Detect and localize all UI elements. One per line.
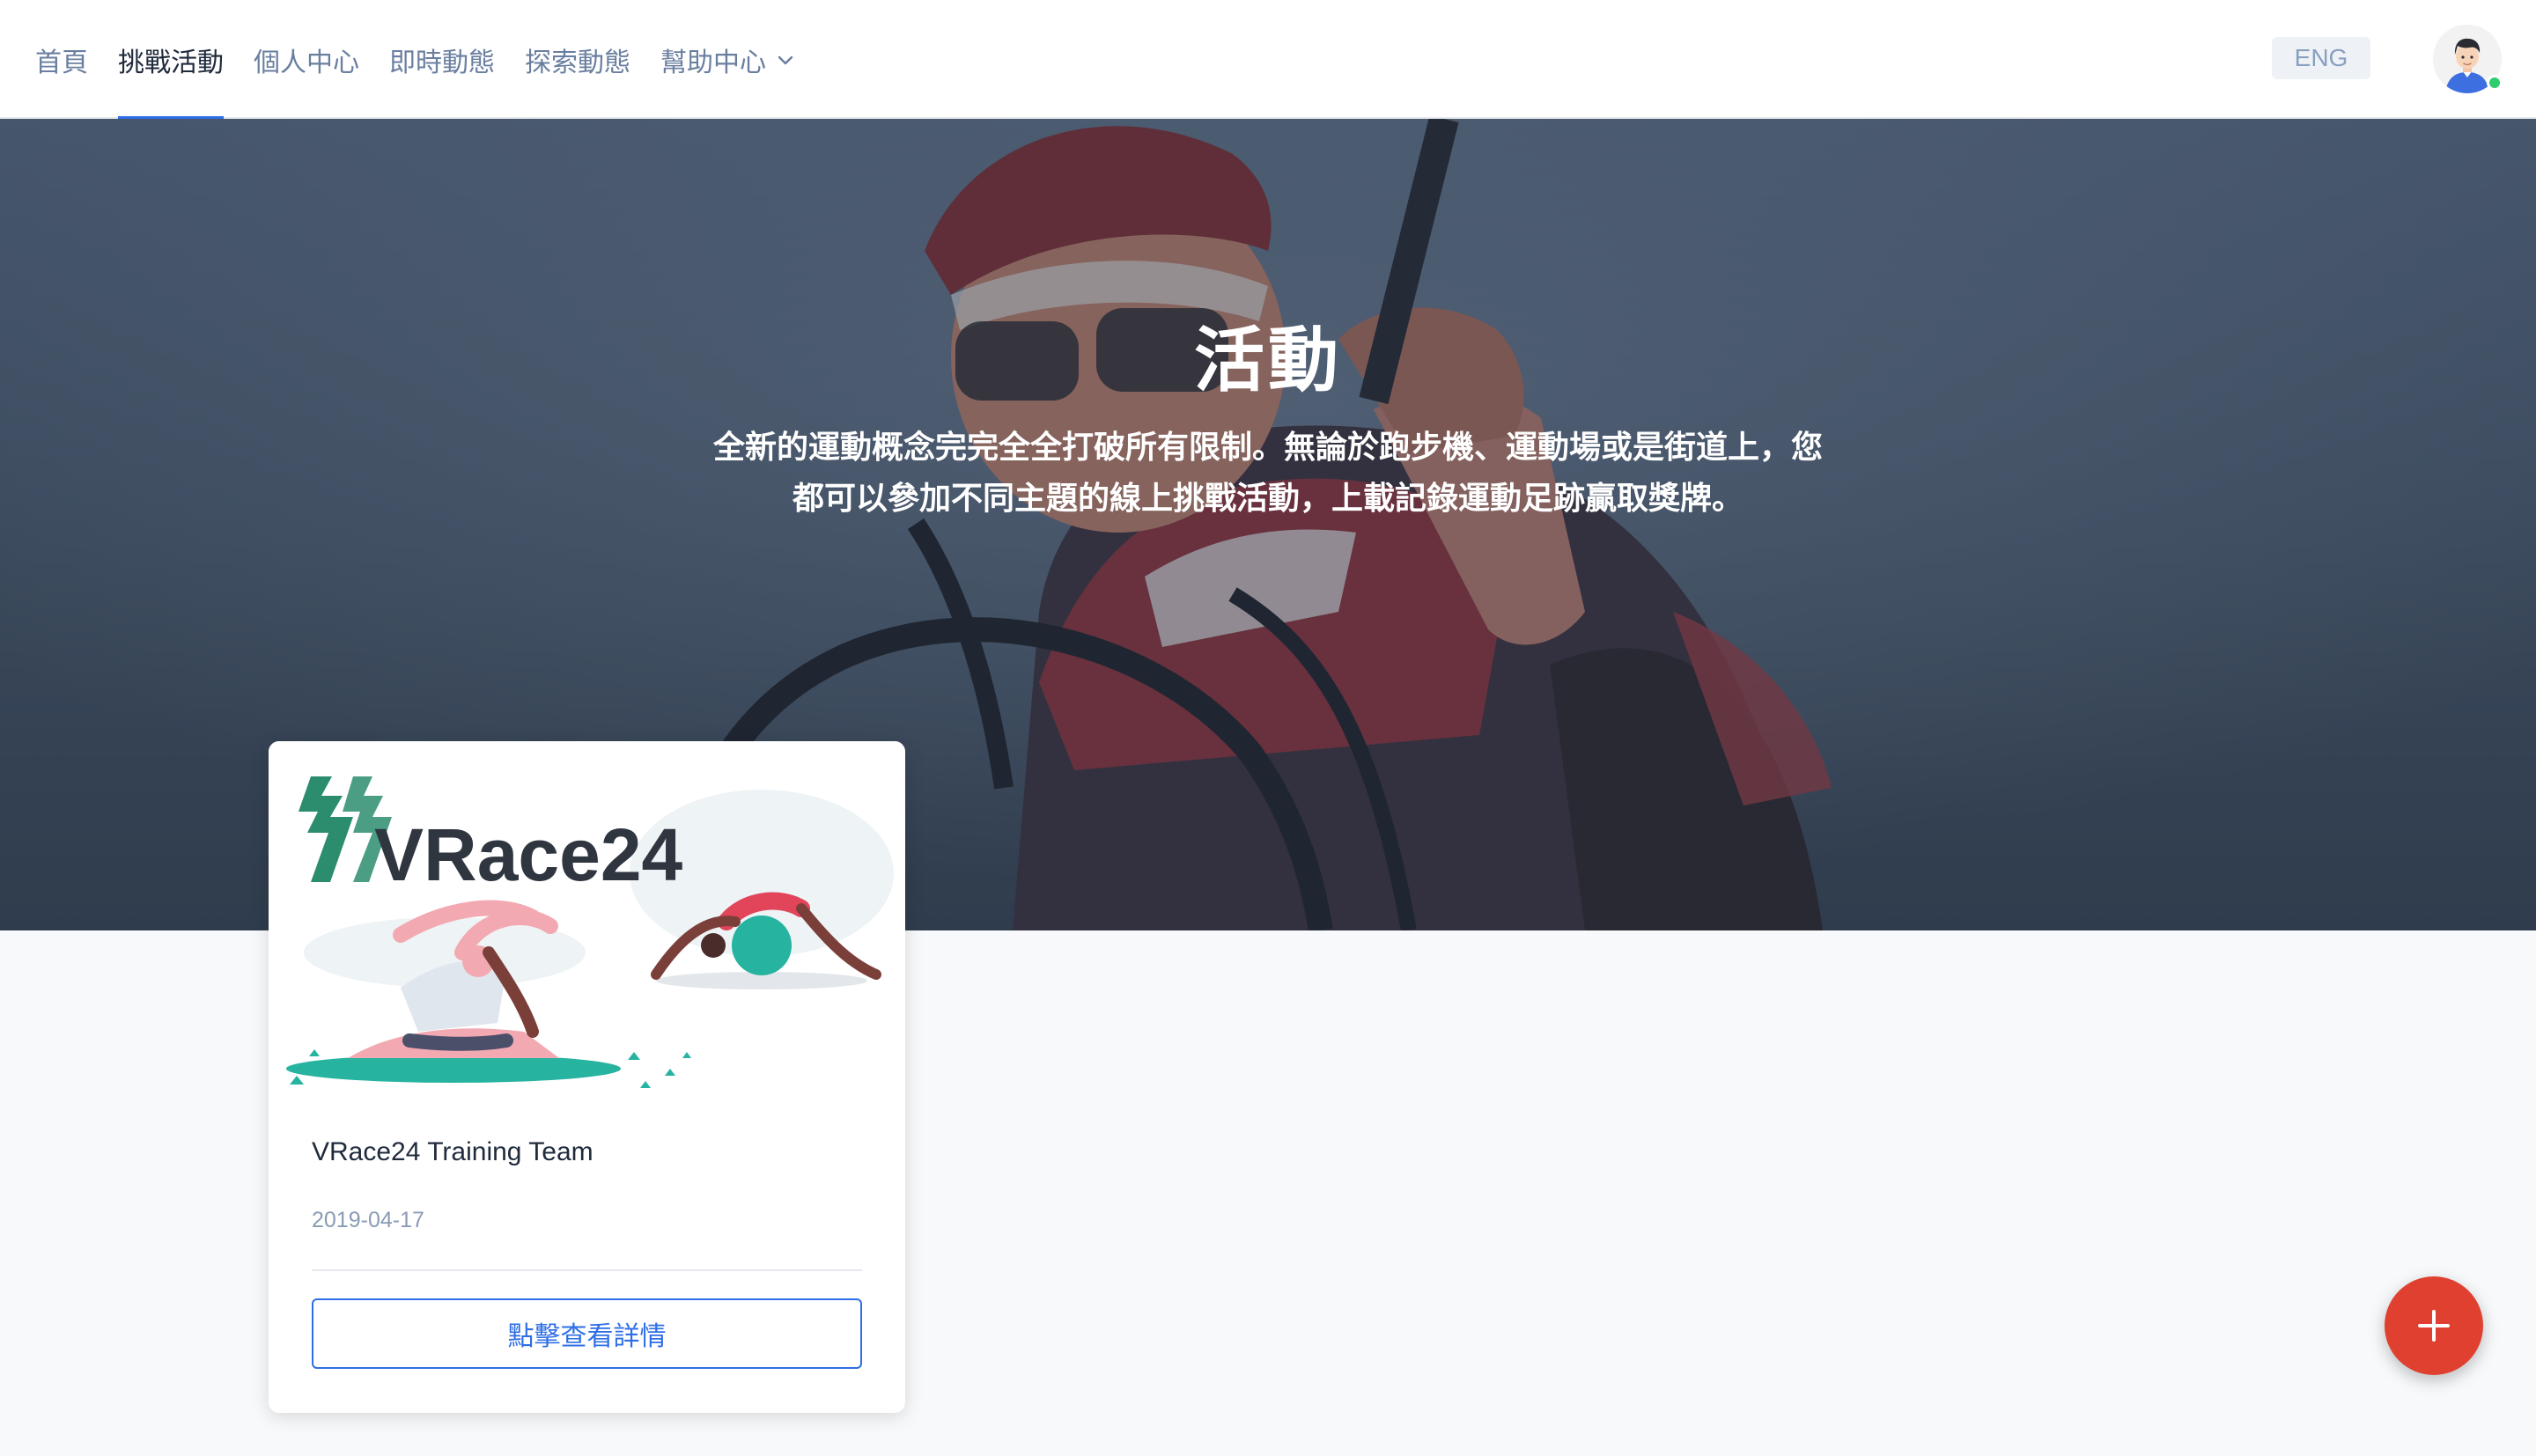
- nav-item-label: 挑戰活動: [118, 47, 224, 78]
- hero-title: 活動: [1194, 320, 1342, 401]
- nav-item-label: 即時動態: [389, 47, 495, 78]
- hero-description-line: 全新的運動概念完完全全打破所有限制。無論於跑步機、運動場或是街道上，您: [712, 430, 1823, 466]
- nav-item-label: 幫助中心: [660, 47, 766, 78]
- nav-item-profile[interactable]: 個人中心: [254, 0, 359, 119]
- view-details-button[interactable]: 點擊查看詳情: [312, 1298, 862, 1369]
- event-title: VRace24 Training Team: [312, 1137, 593, 1166]
- chevron-down-icon: [778, 55, 793, 64]
- language-toggle-button[interactable]: ENG: [2272, 37, 2370, 79]
- view-details-label: 點擊查看詳情: [507, 1321, 667, 1352]
- event-date: 2019-04-17: [312, 1208, 424, 1232]
- event-card[interactable]: VRace24 VRace24 Training Team 2019-04-17…: [269, 741, 905, 1413]
- event-card-image: VRace24: [269, 741, 905, 1098]
- nav-item-label: 探索動態: [525, 47, 630, 78]
- nav-item-challenges[interactable]: 挑戰活動: [118, 0, 224, 119]
- add-activity-button[interactable]: [2385, 1276, 2483, 1375]
- plus-icon: [2418, 1310, 2450, 1342]
- hero-description: 全新的運動概念完完全全打破所有限制。無論於跑步機、運動場或是街道上，您 都可以參…: [669, 423, 1867, 525]
- online-status-dot: [2487, 75, 2503, 91]
- language-label: ENG: [2294, 44, 2348, 71]
- nav-item-live-feed[interactable]: 即時動態: [389, 0, 495, 119]
- nav-item-label: 個人中心: [254, 47, 359, 78]
- nav-item-explore-feed[interactable]: 探索動態: [525, 0, 630, 119]
- nav-item-label: 首頁: [35, 47, 88, 78]
- card-divider: [312, 1269, 862, 1271]
- event-logo-text: VRace24: [374, 813, 683, 896]
- nav-item-help-center[interactable]: 幫助中心: [660, 0, 796, 119]
- main-nav: 首頁 挑戰活動 個人中心 即時動態 探索動態 幫助中心: [35, 0, 826, 119]
- event-illustration: VRace24: [269, 741, 905, 1098]
- hero-description-line: 都可以參加不同主題的線上挑戰活動，上載記錄運動足跡贏取獎牌。: [792, 481, 1744, 517]
- nav-item-home[interactable]: 首頁: [35, 0, 88, 119]
- top-navbar: 首頁 挑戰活動 個人中心 即時動態 探索動態 幫助中心 ENG: [0, 0, 2536, 119]
